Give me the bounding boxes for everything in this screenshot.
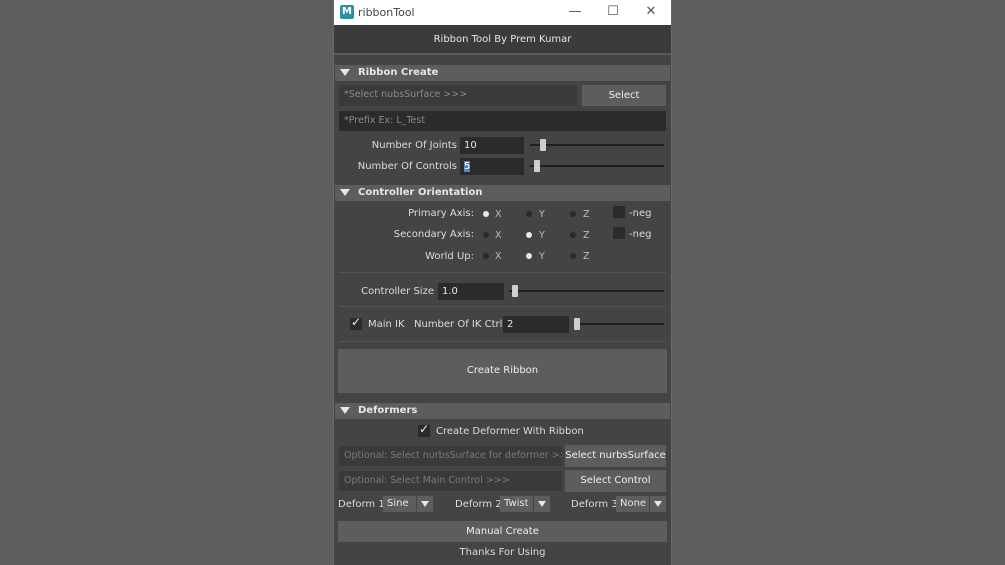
minimize-icon: —: [568, 4, 582, 19]
chevron-down-icon[interactable]: [650, 496, 666, 512]
neg-label: -neg: [629, 208, 652, 219]
create-ribbon-button[interactable]: Create Ribbon: [338, 349, 667, 393]
prefix-field[interactable]: *Prefix Ex: L_Test: [339, 111, 666, 131]
ribbon-tool-window: M ribbonTool — ☐ ✕ Ribbon Tool By Prem K…: [333, 0, 672, 565]
world-z-radio[interactable]: [570, 253, 576, 259]
primary-y-radio[interactable]: [526, 211, 532, 217]
joints-label: Number Of Joints: [371, 140, 457, 151]
section-controller-orientation[interactable]: Controller Orientation: [335, 185, 670, 201]
tool-header: Ribbon Tool By Prem Kumar: [334, 25, 671, 55]
maximize-button[interactable]: ☐: [594, 0, 632, 25]
controls-label: Number Of Controls: [357, 161, 457, 172]
world-y-radio[interactable]: [526, 253, 532, 259]
maya-icon: M: [340, 5, 354, 19]
main-ik-label: Main IK: [368, 319, 405, 330]
primary-x-radio[interactable]: [483, 211, 489, 217]
select-surface-button[interactable]: Select: [582, 85, 666, 106]
ik-ctrl-input[interactable]: 2: [503, 316, 569, 333]
ik-ctrl-slider-handle[interactable]: [574, 318, 580, 330]
primary-axis-label: Primary Axis:: [408, 208, 474, 219]
neg-label: -neg: [629, 229, 652, 240]
section-deformers[interactable]: Deformers: [335, 403, 670, 419]
joints-slider-handle[interactable]: [540, 139, 546, 151]
radio-label: Z: [583, 230, 590, 241]
main-control-field[interactable]: Optional: Select Main Control >>>: [339, 471, 562, 491]
primary-z-radio[interactable]: [570, 211, 576, 217]
joints-slider-track[interactable]: [530, 144, 664, 146]
controls-slider-track[interactable]: [530, 165, 664, 167]
radio-label: Y: [539, 251, 545, 262]
controller-size-input[interactable]: 1.0: [438, 283, 504, 300]
divider: [339, 306, 666, 307]
radio-label: Z: [583, 251, 590, 262]
chevron-down-icon[interactable]: [417, 496, 433, 512]
radio-label: Z: [583, 209, 590, 220]
close-button[interactable]: ✕: [632, 0, 670, 25]
section-label: Controller Orientation: [358, 187, 483, 198]
collapse-triangle-icon: [340, 69, 350, 76]
close-icon: ✕: [645, 4, 657, 19]
footer-text: Thanks For Using: [459, 547, 546, 558]
create-deformer-label: Create Deformer With Ribbon: [436, 426, 584, 437]
deform3-select[interactable]: None: [616, 496, 649, 512]
controls-slider-handle[interactable]: [534, 160, 540, 172]
select-control-button[interactable]: Select Control: [565, 470, 666, 492]
deformer-surface-field[interactable]: Optional: Select nurbsSurface for deform…: [339, 446, 562, 466]
main-ik-checkbox[interactable]: [350, 315, 362, 330]
surface-field[interactable]: *Select nubsSurface >>>: [339, 85, 577, 106]
deform2-select[interactable]: Twist: [500, 496, 533, 512]
section-label: Ribbon Create: [358, 67, 439, 78]
deform3-label: Deform 3: [571, 499, 618, 510]
radio-label: X: [495, 230, 502, 241]
deform1-select[interactable]: Sine: [383, 496, 416, 512]
world-up-label: World Up:: [425, 251, 474, 262]
world-x-radio[interactable]: [483, 253, 489, 259]
section-ribbon-create[interactable]: Ribbon Create: [335, 65, 670, 81]
radio-label: X: [495, 209, 502, 220]
ik-ctrl-label: Number Of IK Ctrl: [414, 319, 503, 330]
collapse-triangle-icon: [340, 407, 350, 414]
primary-neg-checkbox[interactable]: [613, 206, 625, 218]
radio-label: Y: [539, 230, 545, 241]
chevron-down-icon[interactable]: [534, 496, 550, 512]
secondary-neg-checkbox[interactable]: [613, 227, 625, 239]
minimize-button[interactable]: —: [556, 0, 594, 25]
joints-input[interactable]: 10: [460, 137, 524, 154]
secondary-y-radio[interactable]: [526, 232, 532, 238]
secondary-x-radio[interactable]: [483, 232, 489, 238]
controller-size-label: Controller Size: [361, 286, 434, 297]
manual-create-button[interactable]: Manual Create: [338, 521, 667, 542]
title-bar: M ribbonTool — ☐ ✕: [334, 0, 671, 25]
radio-label: X: [495, 251, 502, 262]
divider: [339, 341, 666, 342]
create-deformer-checkbox[interactable]: [418, 422, 430, 437]
controller-size-slider-track[interactable]: [509, 290, 664, 292]
window-title: ribbonTool: [358, 6, 415, 19]
controls-value: 5: [464, 161, 471, 172]
secondary-axis-label: Secondary Axis:: [393, 229, 474, 240]
divider: [339, 272, 666, 273]
secondary-z-radio[interactable]: [570, 232, 576, 238]
ik-ctrl-slider-track[interactable]: [574, 323, 664, 325]
select-nurbs-surface-button[interactable]: Select nurbsSurface: [565, 445, 666, 467]
deform1-label: Deform 1: [338, 499, 385, 510]
section-label: Deformers: [358, 405, 418, 416]
deform2-label: Deform 2: [455, 499, 502, 510]
collapse-triangle-icon: [340, 189, 350, 196]
controls-input[interactable]: 5: [460, 158, 524, 175]
radio-label: Y: [539, 209, 545, 220]
controller-size-slider-handle[interactable]: [512, 285, 518, 297]
maximize-icon: ☐: [607, 4, 619, 19]
